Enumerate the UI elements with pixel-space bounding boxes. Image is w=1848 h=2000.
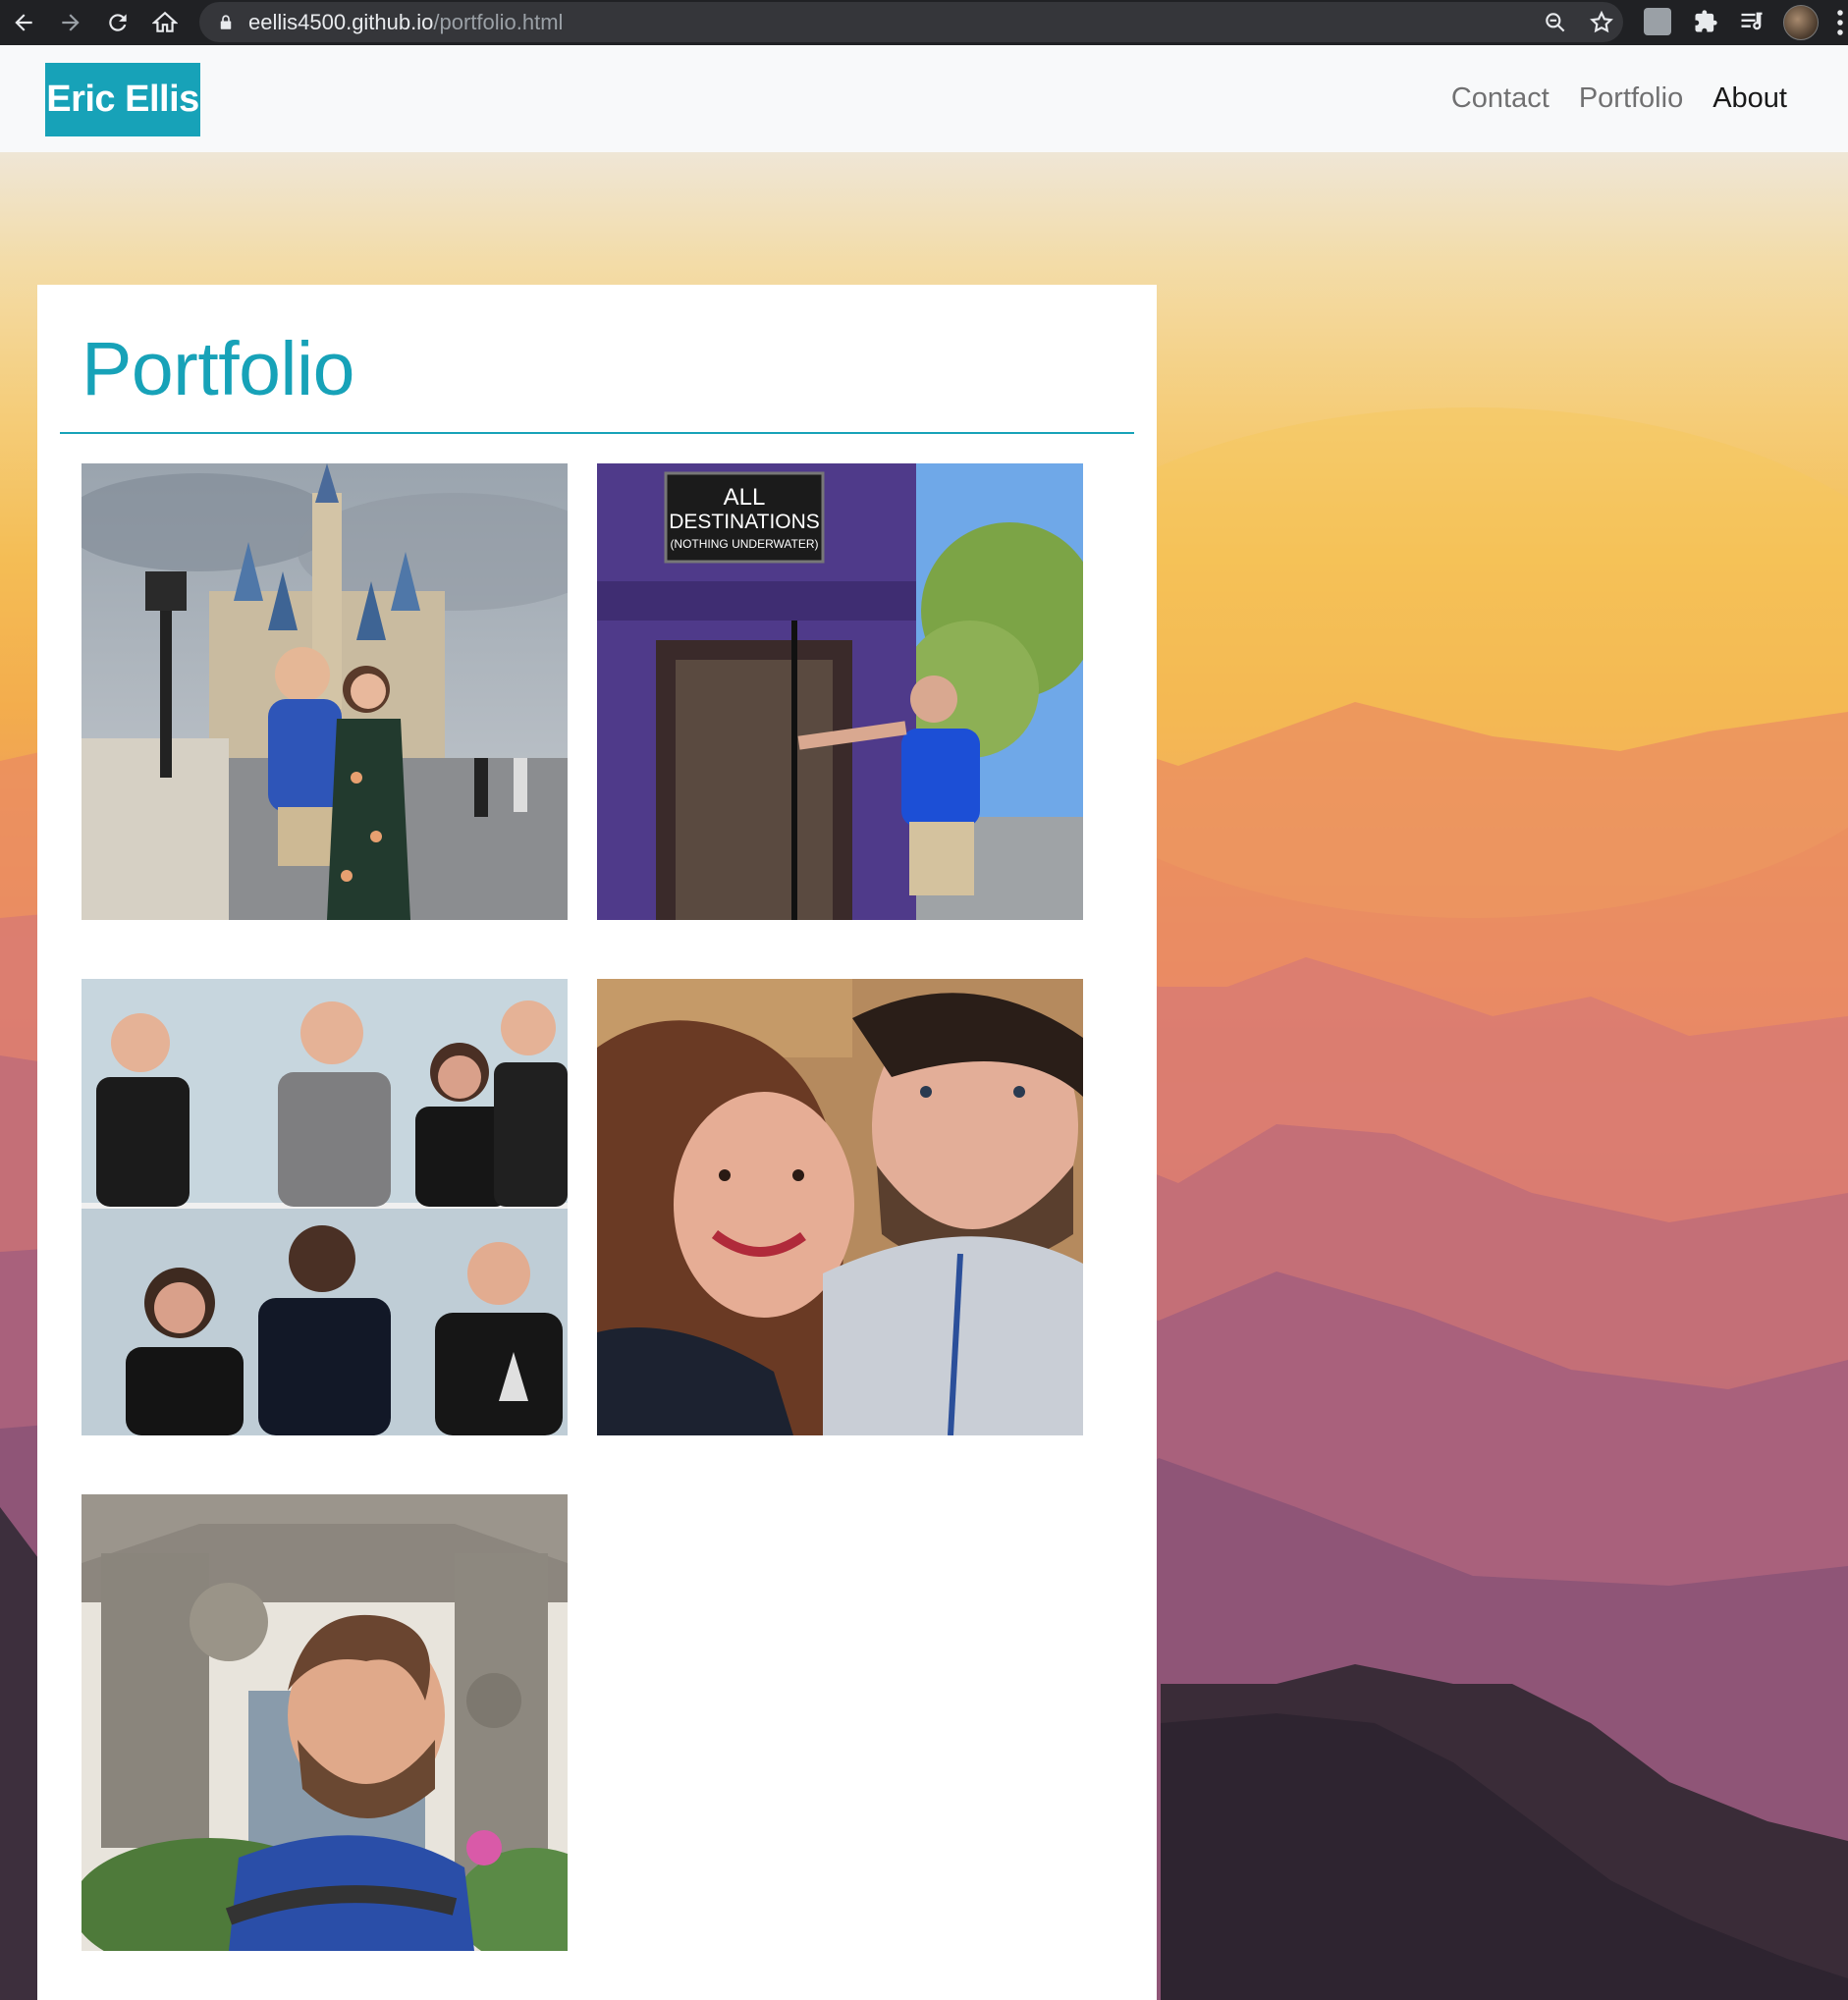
title-divider: [60, 432, 1134, 434]
browser-toolbar: eellis4500.github.io/portfolio.html: [0, 0, 1848, 45]
selfie-photo: [597, 979, 1083, 1435]
puzzle-icon[interactable]: [1692, 8, 1719, 35]
profile-avatar[interactable]: [1783, 5, 1819, 40]
extension-icon[interactable]: [1644, 8, 1671, 35]
brand-logo[interactable]: Eric Ellis: [45, 63, 200, 136]
bus-sign-line2: DESTINATIONS: [669, 511, 820, 533]
at-at-photo: [82, 1494, 568, 1951]
site-navbar: Eric Ellis Contact Portfolio About: [0, 45, 1848, 152]
home-icon[interactable]: [141, 0, 189, 45]
convention-photo: [82, 979, 568, 1435]
reload-icon[interactable]: [94, 0, 141, 45]
nav-link-about[interactable]: About: [1712, 82, 1787, 115]
bus-sign-line3: (NOTHING UNDERWATER): [670, 537, 818, 551]
page-title: Portfolio: [82, 327, 354, 411]
portfolio-card: Portfolio ALL DESTINATIONS (NOTHING UNDE…: [37, 285, 1157, 2000]
address-bar[interactable]: eellis4500.github.io/portfolio.html: [199, 2, 1623, 42]
star-icon[interactable]: [1589, 10, 1614, 35]
back-icon[interactable]: [0, 0, 47, 45]
url-host: eellis4500.github.io: [248, 9, 434, 34]
media-icon[interactable]: [1738, 8, 1766, 35]
nav-link-portfolio[interactable]: Portfolio: [1579, 82, 1683, 115]
knight-bus-photo: ALL DESTINATIONS (NOTHING UNDERWATER): [597, 463, 1083, 920]
forward-icon[interactable]: [47, 0, 94, 45]
bus-sign-line1: ALL: [724, 484, 766, 511]
lock-icon[interactable]: [217, 13, 237, 32]
menu-icon[interactable]: [1834, 8, 1846, 37]
nav-link-contact[interactable]: Contact: [1451, 82, 1549, 115]
url-path: /portfolio.html: [433, 9, 564, 34]
nav-links: Contact Portfolio About: [1451, 82, 1787, 115]
zoom-icon[interactable]: [1543, 10, 1568, 35]
castle-photo: [82, 463, 568, 920]
url-text[interactable]: eellis4500.github.io/portfolio.html: [248, 10, 563, 35]
